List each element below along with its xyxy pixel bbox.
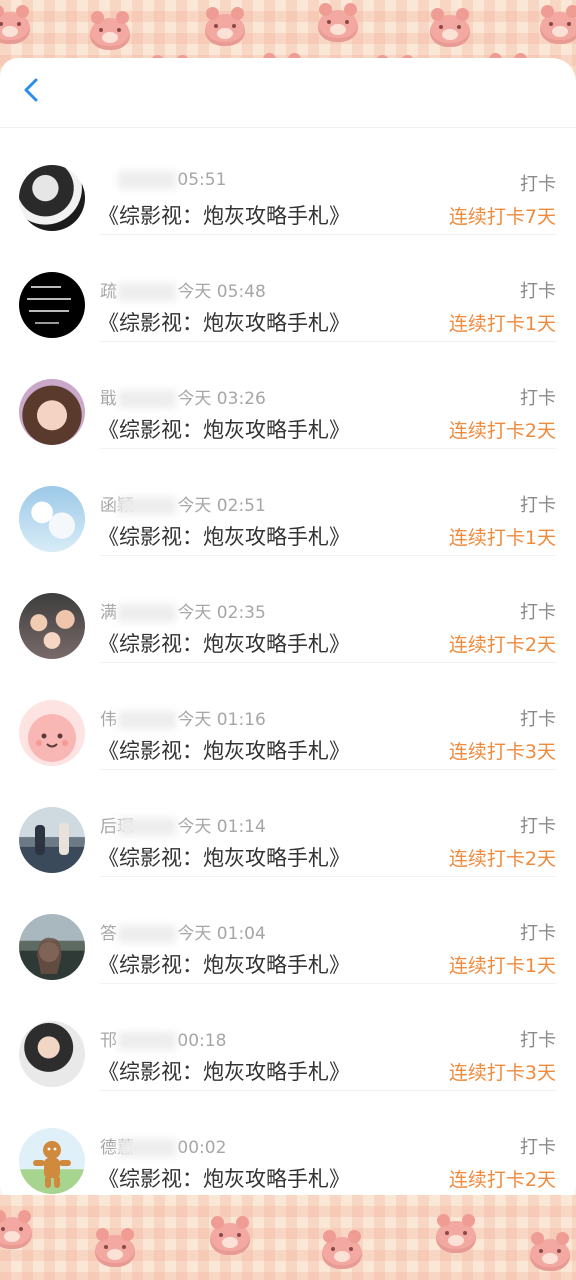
bear-icon bbox=[90, 11, 130, 50]
bear-icon bbox=[322, 1230, 362, 1269]
avatar[interactable] bbox=[19, 1128, 85, 1194]
bear-icon bbox=[530, 1232, 570, 1271]
action-label: 打卡 bbox=[520, 1030, 556, 1051]
list-item[interactable]: 德蕙 00:02 《综影视：炮灰攻略手札》 打卡 连续打卡2天 bbox=[0, 1091, 576, 1198]
bear-icon bbox=[540, 5, 576, 44]
user-name-and-time: 05:51 bbox=[100, 170, 226, 190]
streak-label: 连续打卡7天 bbox=[448, 206, 556, 228]
book-title: 《综影视：炮灰攻略手札》 bbox=[98, 204, 350, 228]
avatar[interactable] bbox=[19, 807, 85, 873]
bear-icon bbox=[318, 3, 358, 42]
user-name-and-time: 伟 今天 01:16 bbox=[100, 705, 266, 730]
action-label: 打卡 bbox=[520, 709, 556, 730]
book-title: 《综影视：炮灰攻略手札》 bbox=[98, 846, 350, 870]
action-label: 打卡 bbox=[520, 281, 556, 302]
avatar[interactable] bbox=[19, 486, 85, 552]
bear-icon bbox=[95, 1228, 135, 1267]
user-name-and-time: 答 今天 01:04 bbox=[100, 919, 266, 944]
action-label: 打卡 bbox=[520, 388, 556, 409]
avatar[interactable] bbox=[19, 700, 85, 766]
checkin-time: 今天 01:16 bbox=[177, 710, 266, 730]
book-title: 《综影视：炮灰攻略手札》 bbox=[98, 525, 350, 549]
nav-header bbox=[0, 58, 576, 128]
book-title: 《综影视：炮灰攻略手札》 bbox=[98, 953, 350, 977]
list-item[interactable]: 邗 00:18 《综影视：炮灰攻略手札》 打卡 连续打卡3天 bbox=[0, 984, 576, 1091]
streak-label: 连续打卡2天 bbox=[448, 420, 556, 442]
streak-label: 连续打卡2天 bbox=[448, 634, 556, 656]
checkin-time: 00:02 bbox=[177, 1138, 227, 1158]
checkin-time: 今天 01:14 bbox=[177, 817, 266, 837]
list-item[interactable]: 后琛 今天 01:14 《综影视：炮灰攻略手札》 打卡 连续打卡2天 bbox=[0, 770, 576, 877]
avatar[interactable] bbox=[19, 379, 85, 445]
streak-label: 连续打卡1天 bbox=[448, 955, 556, 977]
avatar[interactable] bbox=[19, 914, 85, 980]
action-label: 打卡 bbox=[520, 495, 556, 516]
user-name-and-time: 函颖 今天 02:51 bbox=[100, 491, 266, 516]
action-label: 打卡 bbox=[520, 816, 556, 837]
avatar[interactable] bbox=[19, 272, 85, 338]
back-button[interactable] bbox=[14, 72, 50, 108]
user-name-and-time: 疏 今天 05:48 bbox=[100, 277, 266, 302]
book-title: 《综影视：炮灰攻略手札》 bbox=[98, 1060, 350, 1084]
user-name-and-time: 邗 00:18 bbox=[100, 1026, 226, 1051]
checkin-time: 今天 03:26 bbox=[177, 389, 266, 409]
list-item[interactable]: 满 今天 02:35 《综影视：炮灰攻略手札》 打卡 连续打卡2天 bbox=[0, 556, 576, 663]
checkin-time: 00:18 bbox=[177, 1031, 227, 1051]
streak-label: 连续打卡1天 bbox=[448, 527, 556, 549]
list-item[interactable]: 05:51 《综影视：炮灰攻略手札》 打卡 连续打卡7天 bbox=[0, 128, 576, 235]
checkin-time: 今天 02:35 bbox=[177, 603, 266, 623]
avatar[interactable] bbox=[19, 593, 85, 659]
book-title: 《综影视：炮灰攻略手札》 bbox=[98, 311, 350, 335]
streak-label: 连续打卡3天 bbox=[448, 741, 556, 763]
book-title: 《综影视：炮灰攻略手札》 bbox=[98, 739, 350, 763]
bear-icon bbox=[436, 1214, 476, 1253]
action-label: 打卡 bbox=[520, 602, 556, 623]
bear-icon bbox=[0, 1210, 32, 1249]
bear-icon bbox=[210, 1216, 250, 1255]
bear-icon bbox=[0, 5, 30, 44]
action-label: 打卡 bbox=[520, 174, 556, 195]
action-label: 打卡 bbox=[520, 1137, 556, 1158]
checkin-time: 今天 05:48 bbox=[177, 282, 266, 302]
list-item[interactable]: 戢 今天 03:26 《综影视：炮灰攻略手札》 打卡 连续打卡2天 bbox=[0, 342, 576, 449]
checkin-time: 今天 01:04 bbox=[177, 924, 266, 944]
streak-label: 连续打卡2天 bbox=[448, 1169, 556, 1191]
user-name-and-time: 德蕙 00:02 bbox=[100, 1133, 226, 1158]
bear-icon bbox=[430, 8, 470, 47]
list-item[interactable]: 答 今天 01:04 《综影视：炮灰攻略手札》 打卡 连续打卡1天 bbox=[0, 877, 576, 984]
checkin-time: 今天 02:51 bbox=[177, 496, 266, 516]
bear-icon bbox=[205, 7, 245, 46]
action-label: 打卡 bbox=[520, 923, 556, 944]
user-name-and-time: 后琛 今天 01:14 bbox=[100, 812, 266, 837]
chevron-left-icon bbox=[24, 78, 38, 102]
user-name-and-time: 戢 今天 03:26 bbox=[100, 384, 266, 409]
streak-label: 连续打卡2天 bbox=[448, 848, 556, 870]
book-title: 《综影视：炮灰攻略手札》 bbox=[98, 418, 350, 442]
checkin-time: 05:51 bbox=[177, 170, 227, 190]
list-item[interactable]: 疏 今天 05:48 《综影视：炮灰攻略手札》 打卡 连续打卡1天 bbox=[0, 235, 576, 342]
avatar[interactable] bbox=[19, 1021, 85, 1087]
avatar[interactable] bbox=[19, 165, 85, 231]
streak-label: 连续打卡1天 bbox=[448, 313, 556, 335]
decorative-footer-pattern bbox=[0, 1195, 576, 1280]
checkin-list: 05:51 《综影视：炮灰攻略手札》 打卡 连续打卡7天 疏 今天 05:48 … bbox=[0, 128, 576, 1213]
book-title: 《综影视：炮灰攻略手札》 bbox=[98, 632, 350, 656]
list-item[interactable]: 伟 今天 01:16 《综影视：炮灰攻略手札》 打卡 连续打卡3天 bbox=[0, 663, 576, 770]
book-title: 《综影视：炮灰攻略手札》 bbox=[98, 1167, 350, 1191]
user-name-and-time: 满 今天 02:35 bbox=[100, 598, 266, 623]
streak-label: 连续打卡3天 bbox=[448, 1062, 556, 1084]
list-item[interactable]: 函颖 今天 02:51 《综影视：炮灰攻略手札》 打卡 连续打卡1天 bbox=[0, 449, 576, 556]
